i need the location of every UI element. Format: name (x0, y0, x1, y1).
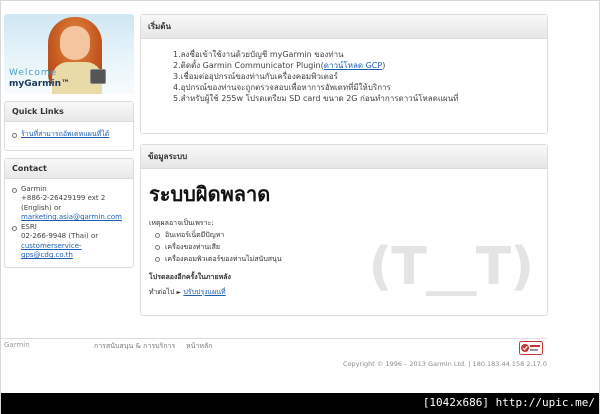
footer-garmin: Garmin (4, 341, 30, 349)
arrow-right-icon: ► (176, 289, 182, 296)
step-1: 1.ลงชื่อเข้าใช้งานด้วยบัญชี myGarmin ของ… (173, 50, 344, 59)
sidebar: Welcome myGarmin™ Quick Links ร้านที่สาม… (4, 14, 134, 268)
image-caption: [1042x686] http://upic.me/ (422, 396, 595, 409)
reason-label: เหตุผลอาจเป็นเพราะ: (149, 219, 214, 227)
banner-brand: myGarmin™ (9, 79, 71, 89)
step-2: 2.ติดตั้ง Garmin Communicator Plugin(ดาว… (173, 60, 547, 71)
garmin-phone: +886-2-26429199 ext 2 (21, 194, 106, 202)
start-steps: 1.ลงชื่อเข้าใช้งานด้วยบัญชี myGarmin ของ… (141, 39, 547, 104)
image-caption-bar: [1042x686] http://upic.me/ (1, 393, 599, 414)
start-panel: เริ่มต้น 1.ลงชื่อเข้าใช้งานด้วยบัญชี myG… (140, 14, 548, 134)
map-update-shops-link[interactable]: ร้านที่สามารถอัพเดทแผนที่ได้ (21, 130, 109, 138)
quick-link-item: ร้านที่สามารถอัพเดทแผนที่ได้ (12, 130, 126, 140)
esri-phone: 02-266-9948 (Thai) or (21, 232, 99, 240)
mygarmin-banner[interactable]: Welcome myGarmin™ (4, 14, 134, 94)
step-2-text: 2.ติดตั้ง Garmin Communicator Plugin( (173, 61, 324, 70)
download-gcp-link[interactable]: ดาวน์โหลด GCP (324, 61, 382, 70)
start-title: เริ่มต้น (141, 15, 547, 39)
quick-links-title: Quick Links (5, 102, 133, 122)
system-info-title: ข้อมูลระบบ (141, 145, 547, 169)
garmin-label: Garmin (21, 184, 47, 193)
garmin-lang: (English) or (21, 203, 62, 212)
update-map-link[interactable]: ปรับปรุงแผนที่ (183, 288, 225, 296)
banner-person-face (60, 26, 90, 60)
browser-page: Welcome myGarmin™ Quick Links ร้านที่สาม… (0, 0, 600, 414)
contact-esri: ESRI 02-266-9948 (Thai) or customerservi… (12, 223, 126, 261)
esri-email-link-1[interactable]: customerservice- (21, 242, 126, 252)
esri-email-link-2[interactable]: gps@cdg.co.th (21, 251, 126, 261)
next-label: ทำต่อไป (149, 288, 175, 296)
step-2-close: ) (382, 61, 386, 70)
esri-label: ESRI (21, 222, 37, 231)
verified-badge-icon (519, 341, 543, 355)
step-3: 3.เชื่อมต่ออุปกรณ์ของท่านกับเครื่องคอมพิ… (173, 72, 338, 81)
footer: Garmin การสนับสนุน & การบริการ หน้าหลัก … (1, 333, 599, 393)
banner-welcome: Welcome (9, 68, 58, 78)
step-4: 4.อุปกรณ์ของท่านจะถูกตรวจสอบเพื่อหาการอั… (173, 83, 391, 92)
garmin-email-link[interactable]: marketing.asia@garmin.com (21, 213, 126, 223)
sad-emoticon: (T__T) (368, 237, 534, 297)
footer-divider (1, 338, 547, 339)
contact-garmin: Garmin +886-2-26429199 ext 2 (English) o… (12, 185, 126, 223)
step-5: 5.สำหรับผู้ใช้ 255w โปรดเตรียม SD card ข… (173, 94, 459, 103)
home-link[interactable]: หน้าหลัก (186, 341, 212, 352)
contact-title: Contact (5, 158, 133, 179)
quick-links-panel: Quick Links ร้านที่สามารถอัพเดทแผนที่ได้ (4, 101, 134, 151)
copyright: Copyright © 1996 – 2013 Garmin Ltd. | 18… (343, 360, 547, 368)
error-heading: ระบบผิดพลาด (149, 182, 271, 206)
support-link[interactable]: การสนับสนุน & การบริการ (94, 341, 175, 352)
system-info-panel: ข้อมูลระบบ ระบบผิดพลาด เหตุผลอาจเป็นเพรา… (140, 144, 548, 316)
contact-panel: Contact Garmin +886-2-26429199 ext 2 (En… (4, 157, 134, 268)
gps-device-icon (90, 69, 106, 84)
